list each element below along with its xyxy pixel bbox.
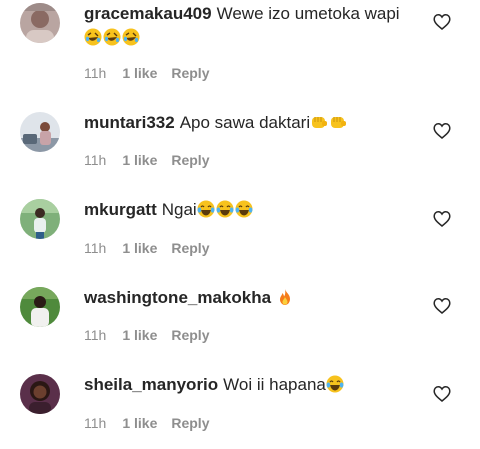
comment-text: Apo sawa daktari [179,113,311,132]
like-heart-icon[interactable] [433,297,451,315]
comment-emojis [310,113,348,132]
comment-text: Woi ii hapana [223,375,326,394]
comment-body: gracemakau409 Wewe izo umetoka wapi [84,2,424,50]
avatar[interactable] [20,287,60,327]
comment-body: sheila_manyorio Woi ii hapana [84,373,424,397]
comment-meta: 11h 1 like Reply [84,64,209,82]
comment-username[interactable]: muntari332 [84,113,175,132]
comment-meta: 11h 1 like Reply [84,414,209,432]
comment-time: 11h [84,415,107,431]
fist-bump-emoji [331,117,347,128]
comment-likes[interactable]: 1 like [122,64,157,82]
comment-emojis [84,28,141,47]
fist-bump-emoji [312,117,328,128]
comment-body: mkurgatt Ngai [84,198,424,222]
fire-emoji [280,289,291,305]
comment-likes[interactable]: 1 like [122,326,157,344]
comment-emojis [326,375,345,394]
avatar[interactable] [20,374,60,414]
comment-time: 11h [84,327,107,343]
tears-of-joy-emoji [216,200,234,218]
tears-of-joy-emoji [197,200,215,218]
reply-button[interactable]: Reply [171,239,209,257]
rofl-emoji [103,28,121,46]
comment-time: 11h [84,152,107,168]
reply-button[interactable]: Reply [171,151,209,169]
tears-of-joy-emoji [235,200,253,218]
comment-emojis [276,288,295,307]
rofl-emoji [84,28,102,46]
comment-username[interactable]: washingtone_makokha [84,288,271,307]
reply-button[interactable]: Reply [171,414,209,432]
comment-text: Ngai [161,200,197,219]
comment-time: 11h [84,240,107,256]
comment-time: 11h [84,65,107,81]
like-heart-icon[interactable] [433,385,451,403]
avatar[interactable] [20,199,60,239]
reply-button[interactable]: Reply [171,64,209,82]
like-heart-icon[interactable] [433,122,451,140]
rofl-emoji [122,28,140,46]
avatar[interactable] [20,3,60,43]
like-heart-icon[interactable] [433,13,451,31]
comment-username[interactable]: sheila_manyorio [84,375,218,394]
comment-meta: 11h 1 like Reply [84,151,209,169]
reply-button[interactable]: Reply [171,326,209,344]
comment-likes[interactable]: 1 like [122,151,157,169]
comment-username[interactable]: mkurgatt [84,200,157,219]
comment-emojis [197,200,254,219]
like-heart-icon[interactable] [433,210,451,228]
comment-meta: 11h 1 like Reply [84,239,209,257]
tears-of-joy-emoji [326,375,344,393]
comment-likes[interactable]: 1 like [122,414,157,432]
comment-body: muntari332 Apo sawa daktari [84,111,424,135]
comment-username[interactable]: gracemakau409 [84,4,212,23]
comment-meta: 11h 1 like Reply [84,326,209,344]
comment-likes[interactable]: 1 like [122,239,157,257]
avatar[interactable] [20,112,60,152]
comment-text: Wewe izo umetoka wapi [216,4,400,23]
comment-body: washingtone_makokha [84,286,424,310]
comments-list: gracemakau409 Wewe izo umetoka wapi 11h 1 … [0,0,480,449]
